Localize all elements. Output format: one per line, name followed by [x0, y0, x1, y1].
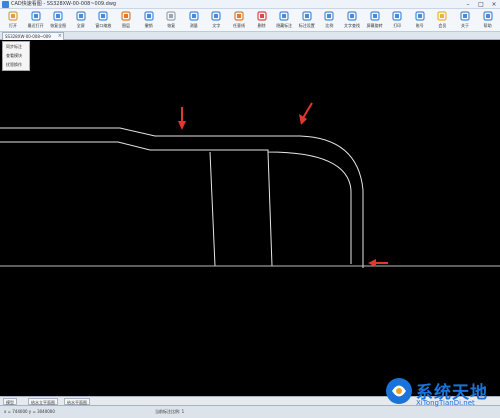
toolbar: 打开 最近打开 恢复全图 全屏 窗口缩放 图层 撤销 恢复 测量 文字 任意线 删除 隐藏标注 标注设置 比…	[0, 9, 500, 32]
toolbar-button-label: 打开	[9, 23, 17, 28]
watermark-logo-icon	[386, 378, 412, 404]
toolbar-button-freeline[interactable]: 任意线	[228, 10, 250, 31]
layers-icon	[121, 11, 131, 21]
close-tab-icon[interactable]: ×	[58, 33, 62, 40]
measure-icon	[189, 11, 199, 21]
toolbar-button-measure[interactable]: 测量	[183, 10, 205, 31]
toolbar-button-account[interactable]: 账号	[409, 10, 431, 31]
toolbar-button-redo[interactable]: 恢复	[160, 10, 182, 31]
toolbar-button-label: 窗口缩放	[95, 23, 112, 28]
drawing-rect-right	[267, 151, 273, 267]
help-icon	[482, 11, 493, 21]
context-menu-item[interactable]: 同步标注	[6, 44, 22, 50]
toolbar-button-label: 恢复全图	[50, 23, 67, 28]
account-icon	[415, 11, 425, 21]
vip-icon	[437, 11, 447, 21]
layout-tab[interactable]: 给水平面图	[64, 398, 90, 405]
toolbar-button-recent-files[interactable]: 最近打开	[25, 10, 47, 31]
close-icon[interactable]: ×	[488, 1, 500, 8]
toolbar-button-rotate-screen[interactable]: 屏幕旋转	[364, 10, 386, 31]
toolbar-button-label: 全屏	[76, 23, 85, 28]
toolbar-button-label: 隐藏标注	[276, 23, 293, 28]
context-menu-item[interactable]: 查看模块	[6, 53, 22, 59]
scale-icon	[324, 11, 334, 21]
recent-files-icon	[30, 11, 41, 21]
watermark-url: XiTongTianDi.net	[416, 399, 475, 407]
toolbar-button-fullscreen[interactable]: 全屏	[70, 10, 92, 31]
maximize-icon[interactable]: □	[475, 1, 487, 8]
toolbar-button-label: 关于	[461, 23, 469, 28]
toolbar-button-label: 文字	[212, 23, 221, 28]
annotation-arrow-1-head	[178, 121, 186, 130]
toolbar-button-text[interactable]: 文字	[205, 10, 227, 31]
toolbar-button-label: 比例	[325, 23, 334, 28]
toolbar-button-label: 标注设置	[298, 23, 315, 28]
undo-icon	[143, 11, 154, 21]
app-icon	[2, 1, 9, 8]
drawing-canvas[interactable]	[0, 41, 500, 396]
drawing-outline-inner	[0, 141, 352, 264]
toolbar-button-print[interactable]: 打印	[386, 10, 408, 31]
annotation-settings-icon	[302, 11, 312, 21]
toolbar-button-label: 打印	[393, 23, 402, 28]
toolbar-button-label: 测量	[189, 23, 198, 28]
context-menu-item[interactable]: 扰恩换作	[6, 62, 22, 68]
toolbar-button-folder-open[interactable]: 打开	[2, 10, 24, 31]
toolbar-button-layers[interactable]: 图层	[115, 10, 137, 31]
toolbar-button-help[interactable]: 帮助	[477, 10, 499, 31]
toolbar-button-vip[interactable]: 会员	[431, 10, 453, 31]
layout-tab[interactable]: 模型	[3, 398, 17, 405]
toolbar-button-zoom-window[interactable]: 窗口缩放	[92, 10, 114, 31]
text-icon	[211, 11, 221, 21]
toolbar-button-delete[interactable]: 删除	[251, 10, 273, 31]
toolbar-button-label: 删除	[257, 23, 266, 28]
toolbar-button-about[interactable]: 关于	[454, 10, 476, 31]
about-icon	[460, 11, 470, 21]
toolbar-button-label: 恢复	[167, 23, 176, 28]
freeline-icon	[234, 11, 244, 21]
annotation-scale: 当前标注比例: 1	[155, 409, 185, 414]
toolbar-button-label: 帮助	[483, 23, 492, 28]
document-tab-strip: SS328XW-00-008~009 ×	[0, 32, 500, 40]
delete-icon	[256, 11, 267, 21]
zoom-extents-icon	[53, 11, 63, 21]
toolbar-button-label: 图层	[122, 23, 130, 28]
cursor-coordinates: x = 744000 y = 3040000	[4, 409, 55, 414]
drawing-outline-top	[0, 127, 364, 268]
hide-annotation-icon	[279, 11, 289, 21]
toolbar-button-label: 文字查找	[344, 23, 360, 28]
toolbar-button-label: 屏幕旋转	[366, 23, 383, 28]
zoom-window-icon	[98, 11, 108, 21]
toolbar-button-zoom-extents[interactable]: 恢复全图	[47, 10, 69, 31]
layout-tab[interactable]: 给水立平面图	[28, 398, 58, 405]
redo-icon	[166, 11, 176, 21]
drawing-rect-left	[209, 151, 216, 267]
toolbar-button-undo[interactable]: 撤销	[138, 10, 160, 31]
toolbar-button-find-text[interactable]: 文字查找	[341, 10, 363, 31]
toolbar-button-label: 任意线	[233, 23, 245, 28]
toolbar-button-hide-annotation[interactable]: 隐藏标注	[273, 10, 295, 31]
toolbar-button-label: 撤销	[144, 23, 153, 28]
folder-open-icon	[8, 11, 18, 21]
watermark: 系统天地 XiTongTianDi.net	[382, 372, 500, 418]
print-icon	[392, 11, 402, 21]
window-title: CAD快速看图 - SS328XW-00-008~009.dwg	[11, 1, 117, 7]
toolbar-button-label: 最近打开	[27, 23, 44, 28]
document-tab-name: SS328XW-00-008~009	[5, 34, 51, 39]
title-bar: CAD快速看图 - SS328XW-00-008~009.dwg – □ ×	[0, 0, 500, 9]
rotate-screen-icon	[369, 11, 380, 21]
toolbar-button-annotation-settings[interactable]: 标注设置	[296, 10, 318, 31]
document-tab[interactable]: SS328XW-00-008~009 ×	[2, 32, 64, 40]
fullscreen-icon	[76, 11, 86, 21]
annotation-arrow-2-head	[299, 114, 307, 125]
toolbar-button-label: 会员	[438, 23, 447, 28]
toolbar-button-label: 账号	[415, 23, 424, 28]
annotation-arrow-2	[302, 102, 313, 119]
minimize-icon[interactable]: –	[462, 1, 474, 8]
context-menu: 同步标注查看模块扰恩换作	[2, 41, 30, 71]
find-text-icon	[347, 11, 357, 21]
toolbar-button-scale[interactable]: 比例	[318, 10, 340, 31]
